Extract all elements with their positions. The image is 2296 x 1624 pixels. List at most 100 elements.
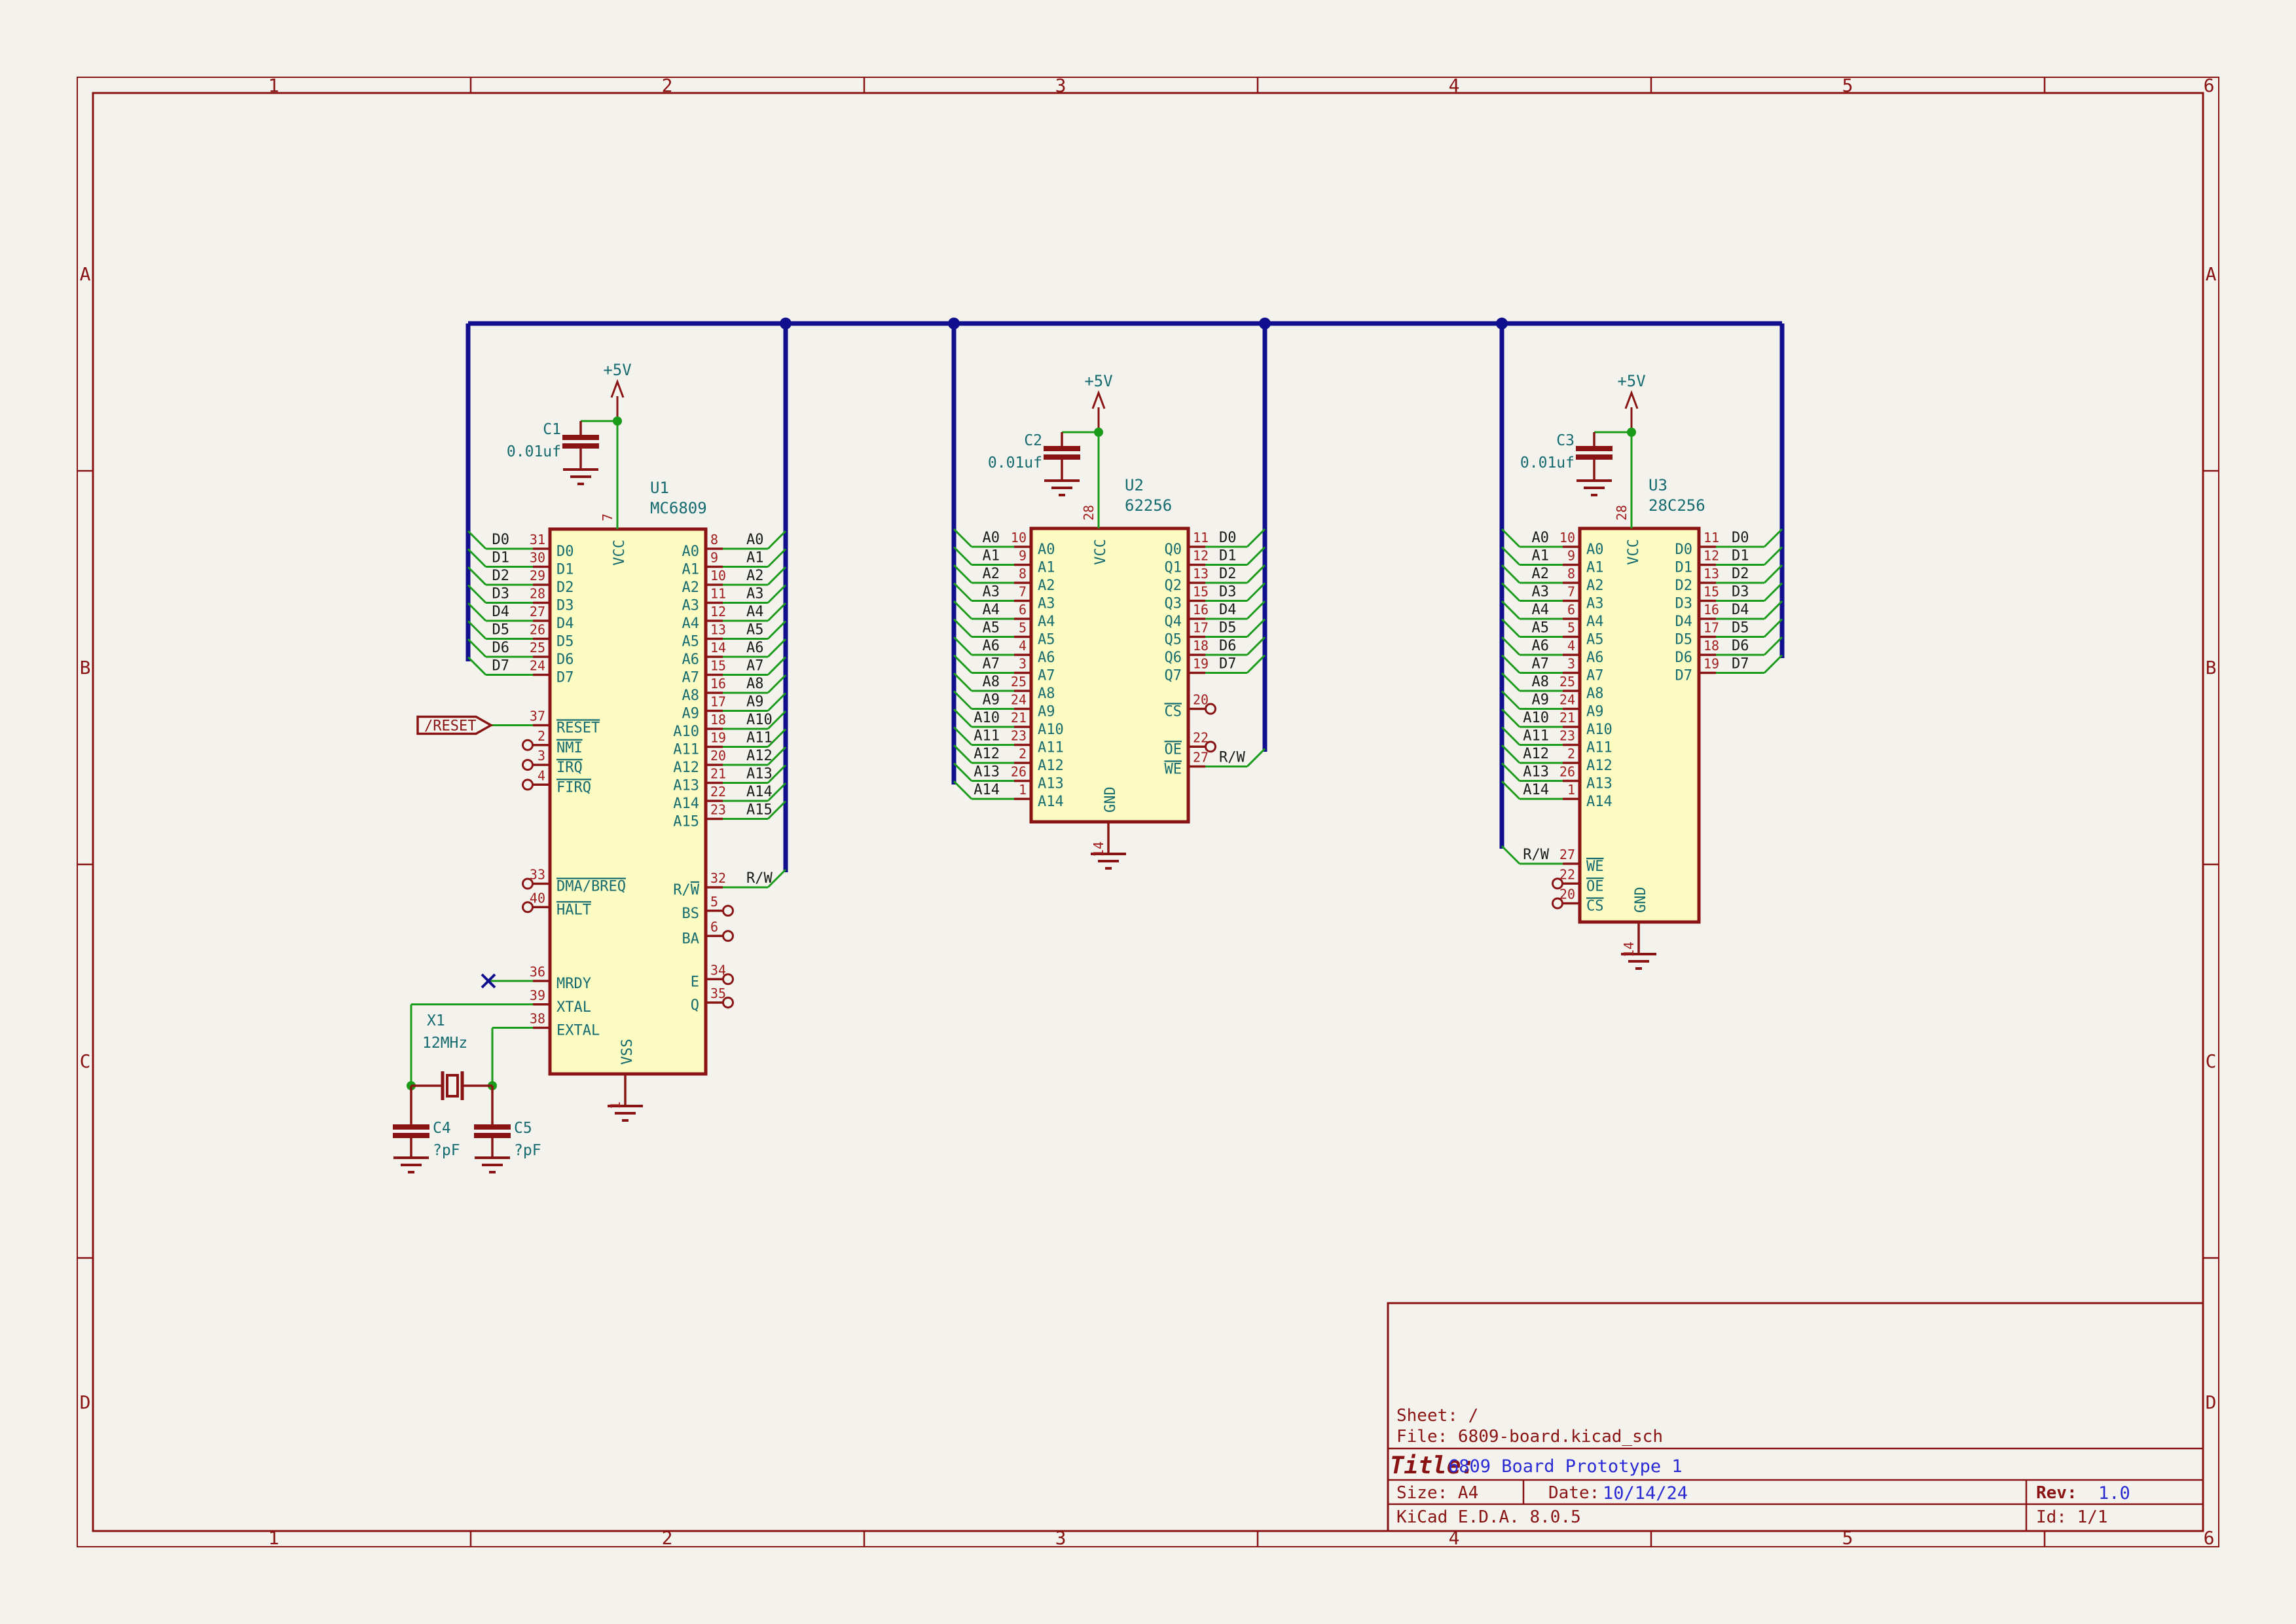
bus-entry	[954, 565, 972, 583]
net-label: D5	[492, 622, 510, 638]
pin-number: 28	[1614, 505, 1630, 521]
power-flag-5v[interactable]: +5V	[1617, 372, 1645, 432]
net-label: D2	[492, 568, 510, 584]
pin-number: 27	[530, 604, 545, 619]
pin-number: 19	[1704, 656, 1719, 672]
pin-name: A3	[682, 598, 700, 614]
unconnected-pin-marker	[523, 740, 533, 750]
pin-number: 16	[1193, 602, 1209, 618]
schematic-sheet: 112233445566AABBCCDD Sheet: / File: 6809…	[0, 0, 2296, 1624]
net-label: A9	[983, 692, 1000, 709]
bus-entry	[1502, 637, 1520, 655]
global-label-reset[interactable]: /RESET	[418, 717, 491, 735]
net-label: D3	[492, 586, 510, 602]
pin-number: 10	[1011, 530, 1027, 545]
net-label: A14	[974, 782, 1000, 798]
net-label: A4	[983, 602, 1000, 618]
net-label: D6	[1732, 638, 1749, 654]
frame-column-label: 3	[1055, 1527, 1066, 1549]
frame-row-label: D	[2206, 1392, 2217, 1413]
net-label: A15	[746, 802, 773, 819]
cap-reference: C2	[1024, 432, 1042, 449]
unconnected-pin-marker	[723, 931, 733, 941]
net-label: D5	[1732, 620, 1749, 637]
pin-number: 3	[538, 748, 545, 764]
bus-entry	[768, 585, 786, 603]
power-arrow	[1093, 393, 1104, 409]
pin-name: Q5	[1165, 632, 1182, 648]
net-label: A3	[746, 586, 764, 602]
frame-column-label: 1	[268, 75, 280, 96]
pin-name: Q2	[1165, 578, 1182, 594]
pin-number: 27	[1559, 847, 1575, 862]
cap-value: 0.01uf	[507, 443, 561, 460]
pin-name: A11	[1586, 740, 1613, 756]
global-label-text: /RESET	[424, 718, 476, 735]
pin-name: A6	[682, 652, 700, 668]
net-label: D6	[1219, 638, 1237, 654]
pin-name: A7	[1586, 668, 1604, 684]
pin-name: XTAL	[556, 999, 591, 1016]
bus-entry	[468, 657, 486, 675]
net-label: D2	[1219, 566, 1237, 582]
pin-number: 38	[530, 1011, 545, 1027]
pin-name: D5	[1675, 632, 1693, 648]
sheet-path: Sheet: /	[1396, 1406, 1478, 1426]
crystal-circuit: X112MHzC4?pFC5?pF	[393, 1012, 541, 1172]
net-label: A1	[1532, 548, 1550, 564]
pin-name: A3	[1038, 596, 1055, 612]
net-label: D1	[1732, 548, 1749, 564]
pin-name: A10	[1038, 722, 1064, 738]
bus-entry	[768, 621, 786, 639]
title-block-border	[1388, 1303, 2203, 1531]
bus-entry	[1764, 601, 1782, 619]
capacitor-c2[interactable]: C20.01uf	[988, 432, 1099, 495]
value: 28C256	[1649, 496, 1705, 515]
pin-number: 15	[1193, 584, 1209, 600]
rev-label: Rev:	[2036, 1483, 2077, 1503]
pin-number: 27	[1193, 750, 1209, 766]
pin-name: A4	[682, 616, 700, 632]
pin-name: A8	[1038, 686, 1055, 702]
pin-number: 13	[1704, 566, 1719, 581]
capacitor-c5[interactable]: C5?pF	[474, 1086, 541, 1172]
bus-entry	[468, 567, 486, 585]
frame-row-label: A	[80, 263, 91, 285]
net-label: A2	[983, 566, 1000, 582]
pin-name: OE	[1586, 878, 1604, 895]
pin-number: 30	[530, 550, 545, 566]
capacitor-c3[interactable]: C30.01uf	[1520, 432, 1631, 495]
pin-number: 4	[1019, 638, 1027, 654]
power-flag-5v[interactable]: +5V	[1084, 372, 1112, 432]
pin-number: 21	[1559, 710, 1575, 726]
crystal-x1[interactable]: X112MHz	[411, 1012, 492, 1100]
frame-row-label: B	[80, 657, 91, 678]
bus-entry	[768, 675, 786, 693]
frame-row-label: C	[80, 1050, 91, 1072]
pin-number: 15	[710, 658, 726, 674]
bus-entry	[954, 655, 972, 673]
reference: U2	[1125, 476, 1144, 494]
net-label: D4	[1732, 602, 1749, 618]
pin-number: 1	[608, 1101, 623, 1109]
bus-entry	[1502, 583, 1520, 601]
bus-entry	[954, 745, 972, 763]
bus-entry	[1764, 529, 1782, 547]
cap-value: 0.01uf	[1520, 454, 1575, 471]
pin-name: D1	[1675, 560, 1693, 576]
bus-entry	[768, 603, 786, 621]
bus-entry	[468, 585, 486, 603]
bus-entry	[954, 764, 972, 781]
pin-name: A5	[1038, 632, 1055, 648]
generator: KiCad E.D.A. 8.0.5	[1396, 1507, 1581, 1527]
net-label: A0	[983, 530, 1000, 546]
bus-entry	[1247, 749, 1265, 767]
power-flag-5v[interactable]: +5V	[603, 361, 631, 421]
rev-value: 1.0	[2098, 1483, 2130, 1504]
frame-row-label: B	[2206, 657, 2217, 678]
bus-entry	[1247, 565, 1265, 583]
capacitor-c4[interactable]: C4?pF	[393, 1086, 460, 1172]
net-label: A7	[1532, 656, 1550, 673]
capacitor-c1[interactable]: C10.01uf	[507, 421, 617, 484]
schematic-canvas[interactable]: 112233445566AABBCCDD Sheet: / File: 6809…	[0, 0, 2296, 1624]
